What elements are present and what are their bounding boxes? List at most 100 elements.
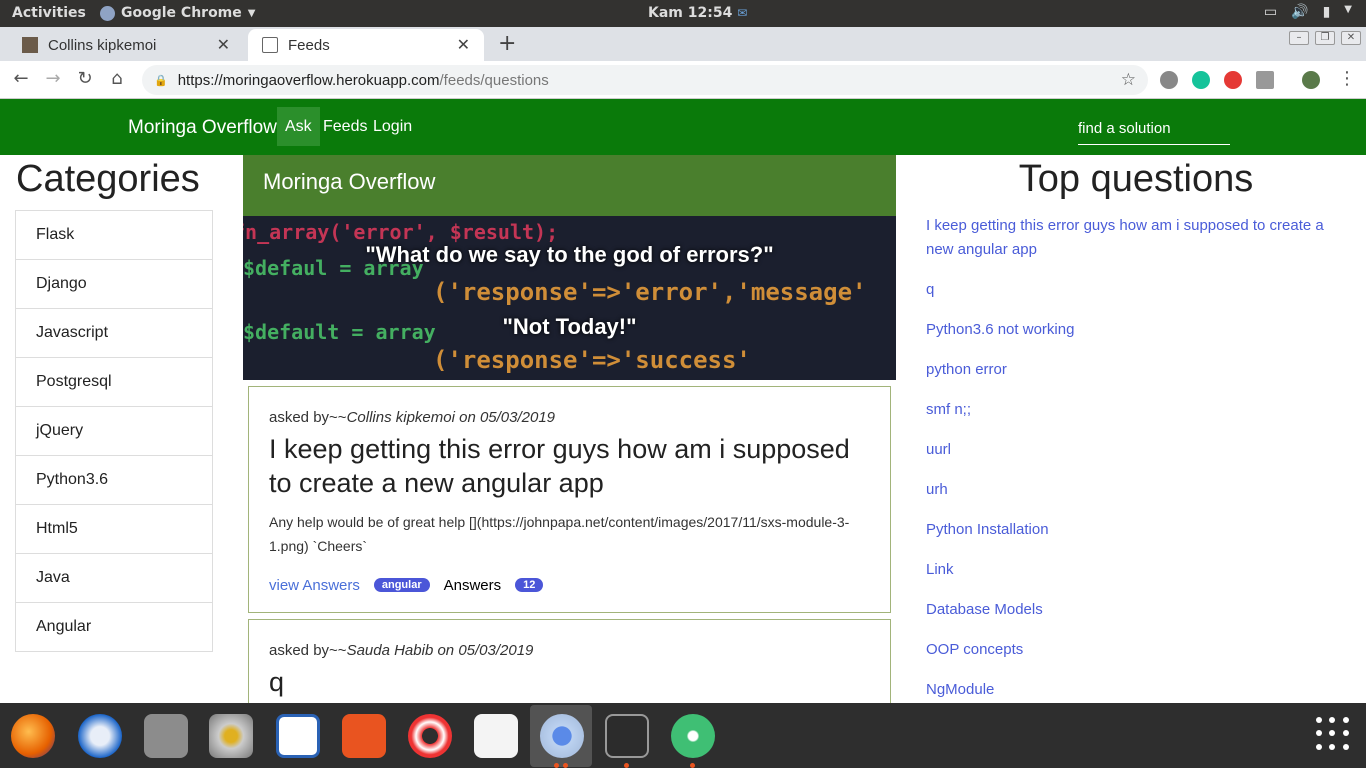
top-question-link[interactable]: uurl	[926, 438, 1346, 462]
amazon-icon[interactable]	[474, 714, 518, 758]
address-bar[interactable]: 🔒 https://moringaoverflow.herokuapp.com …	[142, 65, 1148, 95]
reload-button[interactable]: ↻	[74, 68, 96, 89]
thunderbird-icon[interactable]	[78, 714, 122, 758]
site-navbar: Moringa Overflow Ask Feeds Login	[0, 99, 1366, 155]
top-question-link[interactable]: I keep getting this error guys how am i …	[926, 214, 1326, 262]
top-question-link[interactable]: NgModule	[926, 678, 1346, 702]
screen-icon: ▭	[1263, 4, 1278, 20]
clock[interactable]: Kam 12:54 ✉	[648, 5, 747, 21]
tab-strip: Collins kipkemoi ✕ Feeds ✕ + – ❐ ✕	[0, 27, 1366, 61]
question-title[interactable]: q	[269, 665, 870, 699]
categories-heading: Categories	[16, 158, 200, 200]
question-title[interactable]: I keep getting this error guys how am i …	[269, 432, 870, 500]
extension-globe-icon[interactable]	[1160, 71, 1178, 89]
help-icon[interactable]	[408, 714, 452, 758]
close-icon[interactable]: ✕	[457, 35, 470, 55]
activities-button[interactable]: Activities	[12, 5, 86, 21]
menu-icon[interactable]: ⋮	[1336, 68, 1358, 89]
lock-icon: 🔒	[154, 74, 168, 87]
categories-sidebar: Categories Flask Django Javascript Postg…	[15, 158, 213, 652]
minimize-button[interactable]: –	[1289, 31, 1309, 45]
tab-collins[interactable]: Collins kipkemoi ✕	[8, 29, 244, 61]
gnome-top-bar: Activities Google Chrome ▼ Kam 12:54 ✉ ▭…	[0, 0, 1366, 27]
banner-quote: "Not Today!"	[502, 314, 637, 339]
window-close-button[interactable]: ✕	[1341, 31, 1361, 45]
restore-button[interactable]: ❐	[1315, 31, 1335, 45]
back-button[interactable]: ←	[10, 68, 32, 89]
firefox-icon[interactable]	[11, 714, 55, 758]
page-favicon-icon	[262, 37, 278, 53]
tab-feeds[interactable]: Feeds ✕	[248, 29, 484, 61]
nav-ask[interactable]: Ask	[277, 107, 320, 146]
top-question-link[interactable]: Python Installation	[926, 518, 1346, 542]
grammarly-icon[interactable]	[1192, 71, 1210, 89]
atom-icon[interactable]	[671, 714, 715, 758]
banner-quote: "What do we say to the god of errors?"	[365, 242, 774, 267]
question-card: asked by~~Sauda Habib on 05/03/2019 q	[248, 619, 891, 703]
banner-image: fn_array('error', $result); ('response'=…	[243, 216, 896, 380]
category-angular[interactable]: Angular	[15, 602, 213, 652]
mail-icon: ✉	[737, 6, 748, 20]
files-icon[interactable]	[144, 714, 188, 758]
asked-prefix: asked by~~	[269, 409, 347, 426]
question-card: asked by~~Collins kipkemoi on 05/03/2019…	[248, 386, 891, 613]
answers-label: Answers	[443, 576, 502, 594]
question-author-date: Collins kipkemoi on 05/03/2019	[346, 409, 556, 426]
software-icon[interactable]	[342, 714, 386, 758]
volume-icon: 🔊	[1291, 4, 1309, 20]
category-jquery[interactable]: jQuery	[15, 406, 213, 456]
browser-toolbar: ← → ↻ ⌂ 🔒 https://moringaoverflow.heroku…	[0, 61, 1366, 99]
question-author-date: Sauda Habib on 05/03/2019	[346, 642, 534, 659]
category-django[interactable]: Django	[15, 259, 213, 309]
site-brand[interactable]: Moringa Overflow	[128, 117, 277, 139]
rhythmbox-icon[interactable]	[209, 714, 253, 758]
feed-column: Moringa Overflow fn_array('error', $resu…	[243, 155, 896, 703]
top-question-link[interactable]: smf n;;	[926, 398, 1346, 422]
chrome-small-icon	[100, 5, 115, 21]
category-python[interactable]: Python3.6	[15, 455, 213, 505]
top-question-link[interactable]: Link	[926, 558, 1346, 582]
search-input[interactable]	[1078, 113, 1230, 145]
profile-avatar[interactable]	[1302, 71, 1320, 89]
top-question-link[interactable]: Python3.6 not working	[926, 318, 1346, 342]
system-tray[interactable]: ▭ 🔊 ▮ ▼	[1264, 4, 1352, 20]
tab-title: Feeds	[288, 36, 330, 54]
category-html5[interactable]: Html5	[15, 504, 213, 554]
show-applications-icon[interactable]	[1316, 717, 1350, 751]
banner-code-line: ('response'=>'success'	[433, 346, 751, 374]
top-question-link[interactable]: q	[926, 278, 1346, 302]
top-questions-heading: Top questions	[1018, 158, 1254, 200]
tag-badge[interactable]: angular	[373, 578, 430, 592]
question-body: Any help would be of great help [](https…	[269, 514, 850, 554]
forward-button[interactable]: →	[42, 68, 64, 89]
category-javascript[interactable]: Javascript	[15, 308, 213, 358]
clock-label: Kam 12:54	[648, 5, 733, 21]
question-meta: asked by~~Sauda Habib on 05/03/2019	[269, 642, 870, 659]
extension-red-icon[interactable]	[1224, 71, 1242, 89]
category-java[interactable]: Java	[15, 553, 213, 603]
writer-icon[interactable]	[276, 714, 320, 758]
top-question-link[interactable]: python error	[926, 358, 1346, 382]
app-menu-label: Google Chrome	[121, 5, 242, 21]
terminal-icon[interactable]	[605, 714, 649, 758]
new-tab-button[interactable]: +	[498, 31, 516, 56]
top-question-link[interactable]: OOP concepts	[926, 638, 1346, 662]
top-question-link[interactable]: urh	[926, 478, 1346, 502]
running-indicator	[554, 763, 559, 768]
view-answers-link[interactable]: view Answers	[269, 577, 360, 594]
category-flask[interactable]: Flask	[15, 210, 213, 260]
tab-title: Collins kipkemoi	[48, 36, 157, 54]
app-menu[interactable]: Google Chrome ▼	[100, 5, 255, 21]
top-questions-panel: Top questions I keep getting this error …	[926, 158, 1346, 703]
profile-favicon-icon	[22, 37, 38, 53]
home-button[interactable]: ⌂	[106, 68, 128, 89]
vue-devtools-icon[interactable]	[1256, 71, 1274, 89]
category-postgresql[interactable]: Postgresql	[15, 357, 213, 407]
close-icon[interactable]: ✕	[217, 35, 230, 55]
asked-prefix: asked by~~	[269, 642, 347, 659]
nav-login[interactable]: Login	[365, 107, 420, 146]
bookmark-star-icon[interactable]: ☆	[1121, 70, 1136, 90]
banner-code-line: ('response'=>'error','message'	[433, 278, 867, 306]
chrome-logo-icon	[540, 714, 584, 758]
top-question-link[interactable]: Database Models	[926, 598, 1346, 622]
